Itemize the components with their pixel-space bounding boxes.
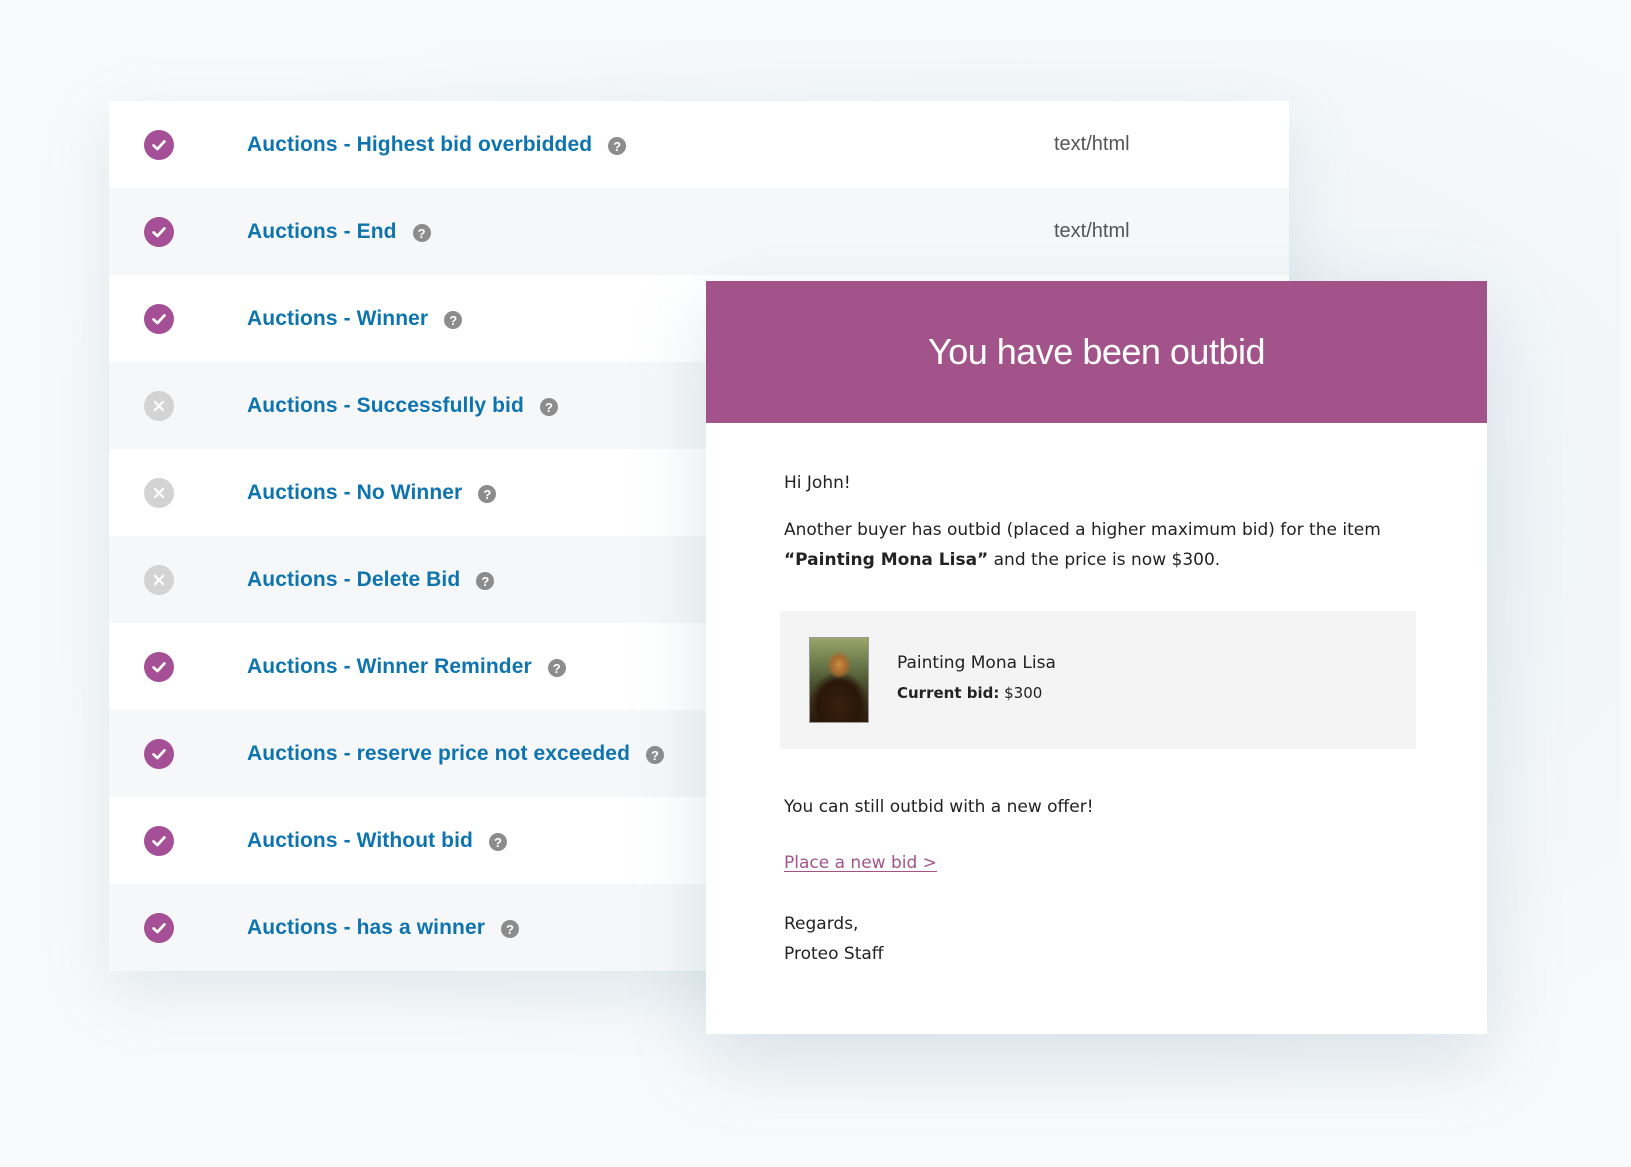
- enabled-check-icon[interactable]: [144, 738, 174, 769]
- signature-name: Proteo Staff: [784, 944, 884, 964]
- intro-item-name: “Painting Mona Lisa”: [784, 550, 989, 570]
- disabled-x-icon[interactable]: [144, 477, 174, 508]
- product-name: Painting Mona Lisa: [897, 653, 1056, 673]
- product-current-bid: Current bid: $300: [897, 684, 1042, 702]
- regards-text: Regards,: [784, 914, 859, 934]
- notification-title-cell: Auctions - Without bid?: [247, 829, 507, 853]
- help-icon[interactable]: ?: [488, 833, 507, 851]
- help-icon[interactable]: ?: [501, 920, 520, 938]
- help-icon[interactable]: ?: [646, 746, 665, 764]
- notification-title-cell: Auctions - Winner Reminder?: [247, 655, 566, 679]
- help-icon[interactable]: ?: [547, 659, 566, 677]
- notification-title-link[interactable]: Auctions - Delete Bid: [247, 568, 460, 592]
- notification-title-cell: Auctions - reserve price not exceeded?: [247, 742, 665, 766]
- place-new-bid-link[interactable]: Place a new bid >: [784, 853, 937, 873]
- disabled-x-icon[interactable]: [144, 390, 174, 421]
- notification-row: Auctions - Highest bid overbidded? text/h…: [109, 101, 1289, 188]
- notification-title-link[interactable]: Auctions - End: [247, 220, 397, 244]
- signature-block: Regards, Proteo Staff: [784, 909, 1409, 969]
- notification-title-link[interactable]: Auctions - has a winner: [247, 916, 485, 940]
- notification-row: Auctions - End? text/html: [109, 188, 1289, 275]
- intro-paragraph: Another buyer has outbid (placed a highe…: [784, 515, 1404, 575]
- intro-text-before: Another buyer has outbid (placed a highe…: [784, 520, 1381, 540]
- enabled-check-icon[interactable]: [144, 912, 174, 943]
- notification-title-link[interactable]: Auctions - Highest bid overbidded: [247, 133, 592, 157]
- disabled-x-icon[interactable]: [144, 564, 174, 595]
- notification-title-cell: Auctions - No Winner?: [247, 481, 497, 505]
- enabled-check-icon[interactable]: [144, 216, 174, 247]
- product-card: Painting Mona Lisa Current bid: $300: [780, 611, 1416, 749]
- enabled-check-icon[interactable]: [144, 129, 174, 160]
- notification-title-link[interactable]: Auctions - reserve price not exceeded: [247, 742, 630, 766]
- help-icon[interactable]: ?: [444, 311, 463, 329]
- intro-text-after: and the price is now $300.: [988, 550, 1221, 570]
- notification-title-link[interactable]: Auctions - Successfully bid: [247, 394, 524, 418]
- notification-title-cell: Auctions - has a winner?: [247, 916, 520, 940]
- notification-title-cell: Auctions - End?: [247, 220, 431, 244]
- help-icon[interactable]: ?: [412, 224, 431, 242]
- notification-title-link[interactable]: Auctions - Winner Reminder: [247, 655, 532, 679]
- enabled-check-icon[interactable]: [144, 651, 174, 682]
- current-bid-label: Current bid:: [897, 684, 1000, 702]
- email-preview: You have been outbid Hi John! Another bu…: [706, 281, 1487, 1034]
- email-body: Hi John! Another buyer has outbid (place…: [706, 423, 1487, 969]
- current-bid-value: $300: [999, 684, 1043, 702]
- outbid-message: You can still outbid with a new offer!: [784, 797, 1094, 817]
- greeting: Hi John!: [784, 473, 851, 493]
- notification-title-cell: Auctions - Successfully bid?: [247, 394, 558, 418]
- enabled-check-icon[interactable]: [144, 303, 174, 334]
- help-icon[interactable]: ?: [539, 398, 558, 416]
- enabled-check-icon[interactable]: [144, 825, 174, 856]
- notification-title-cell: Auctions - Delete Bid?: [247, 568, 495, 592]
- notification-title-link[interactable]: Auctions - Winner: [247, 307, 428, 331]
- help-icon[interactable]: ?: [476, 572, 495, 590]
- help-icon[interactable]: ?: [608, 137, 627, 155]
- email-title: You have been outbid: [928, 331, 1266, 372]
- notification-title-cell: Auctions - Highest bid overbidded?: [247, 133, 627, 157]
- content-type: text/html: [1054, 220, 1130, 242]
- notification-title-link[interactable]: Auctions - Without bid: [247, 829, 473, 853]
- help-icon[interactable]: ?: [478, 485, 497, 503]
- notification-title-cell: Auctions - Winner?: [247, 307, 463, 331]
- product-thumbnail-image: [809, 637, 869, 723]
- content-type: text/html: [1054, 133, 1130, 155]
- email-header: You have been outbid: [706, 281, 1487, 423]
- notification-title-link[interactable]: Auctions - No Winner: [247, 481, 462, 505]
